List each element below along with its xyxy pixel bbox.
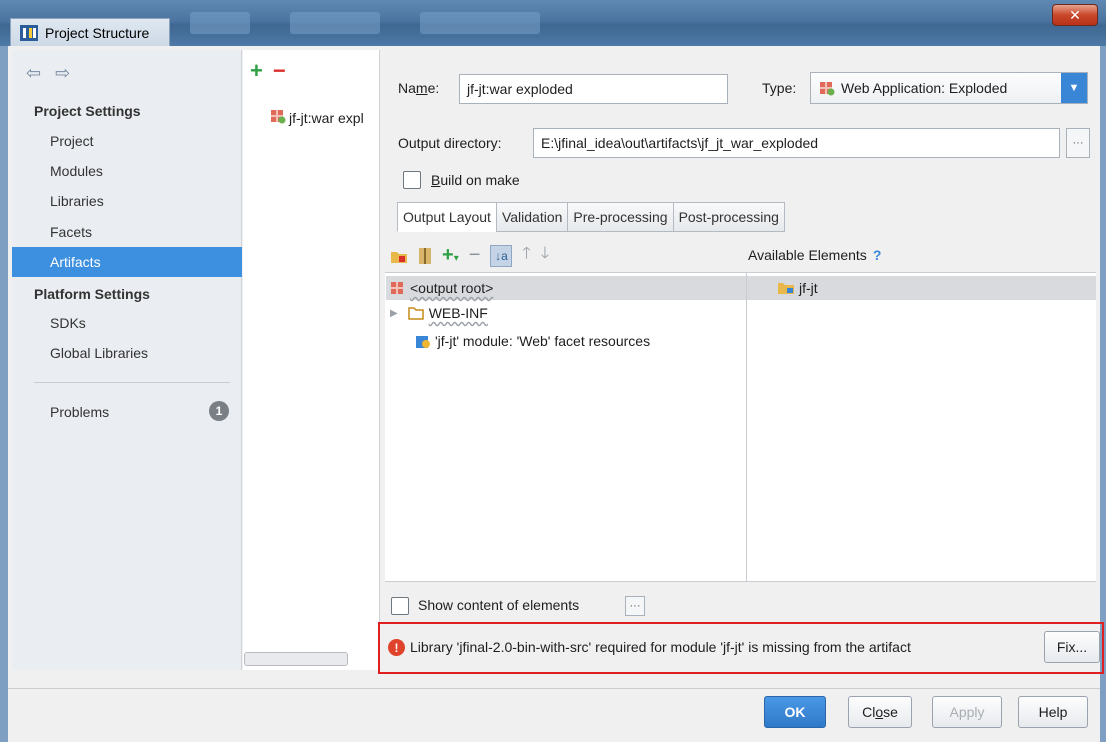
show-content-checkbox[interactable] [391, 597, 409, 615]
sidebar-item-libraries[interactable]: Libraries [12, 186, 242, 216]
tab-post-processing[interactable]: Post-processing [672, 202, 785, 232]
chevron-down-icon[interactable]: ▼ [1061, 73, 1087, 103]
tree-row-output-root[interactable]: <output root> [386, 276, 746, 300]
sidebar-item-project[interactable]: Project [12, 126, 242, 156]
sidebar-item-label: Project [50, 133, 94, 149]
tab-output-layout[interactable]: Output Layout [397, 202, 496, 232]
tree-row-web-inf[interactable]: ▶ WEB-INF [390, 305, 488, 321]
module-folder-icon [777, 281, 795, 295]
title-bar: Project Structure ✕ [0, 0, 1106, 46]
sidebar-item-facets[interactable]: Facets [12, 217, 242, 247]
sidebar-item-sdks[interactable]: SDKs [12, 308, 242, 338]
output-directory-label: Output directory: [398, 135, 502, 151]
new-directory-icon[interactable] [390, 248, 408, 264]
folder-icon [407, 306, 424, 320]
blurred-area [290, 12, 380, 34]
back-arrow-icon[interactable]: ⇦ [26, 63, 41, 84]
section-heading-platform-settings: Platform Settings [34, 286, 150, 302]
navigation-arrows: ⇦ ⇨ [26, 63, 70, 84]
tab-validation[interactable]: Validation [495, 202, 568, 232]
blurred-area [420, 12, 540, 34]
window-close-button[interactable]: ✕ [1052, 4, 1098, 26]
sidebar-item-label: Artifacts [50, 254, 101, 270]
artifact-list-item[interactable]: jf-jt:war expl [270, 108, 380, 127]
problems-count-badge: 1 [209, 401, 229, 421]
blurred-area [190, 12, 250, 34]
artifact-tabs: Output Layout Validation Pre-processing … [397, 202, 785, 232]
sidebar-item-label: Global Libraries [50, 345, 149, 361]
available-elements-tree[interactable] [746, 272, 1096, 582]
missing-library-error-message: Library 'jfinal-2.0-bin-with-src' requir… [410, 639, 911, 655]
help-button[interactable]: Help [1018, 696, 1088, 728]
archive-icon[interactable] [418, 247, 432, 265]
window-title: Project Structure [45, 24, 150, 41]
build-on-make-checkbox[interactable] [403, 171, 421, 189]
window-title-tab: Project Structure [10, 18, 170, 46]
forward-arrow-icon[interactable]: ⇨ [55, 63, 70, 84]
error-icon: ! [388, 639, 405, 656]
artifact-list-item-label: jf-jt:war expl [289, 109, 364, 126]
sidebar-item-modules[interactable]: Modules [12, 156, 242, 186]
move-up-icon[interactable]: 🡑 [522, 242, 530, 269]
remove-artifact-icon[interactable]: − [273, 58, 286, 84]
sidebar-item-label: Libraries [50, 193, 104, 209]
sidebar-item-label: Modules [50, 163, 103, 179]
show-content-label: Show content of elements [418, 597, 580, 613]
sidebar-item-label: SDKs [50, 315, 86, 331]
horizontal-scrollbar[interactable] [244, 652, 348, 666]
name-label: Name: [398, 80, 440, 96]
fix-button[interactable]: Fix... [1044, 631, 1100, 663]
section-heading-project-settings: Project Settings [34, 103, 141, 119]
footer-divider [8, 688, 1100, 689]
remove-element-icon[interactable]: − [469, 244, 481, 267]
help-icon[interactable]: ? [873, 247, 882, 263]
tree-row-label: 'jf-jt' module: 'Web' facet resources [435, 333, 651, 349]
layout-toolbar: +▾ − ↓a 🡑 🡓 [390, 242, 549, 269]
available-item-label: jf-jt [799, 280, 818, 296]
sidebar-item-global-libraries[interactable]: Global Libraries [12, 338, 242, 368]
apply-button[interactable]: Apply [932, 696, 1002, 728]
add-element-icon[interactable]: +▾ [442, 244, 459, 267]
output-directory-input[interactable]: E:\jfinal_idea\out\artifacts\jf_jt_war_e… [533, 128, 1060, 158]
sort-elements-icon[interactable]: ↓a [490, 244, 513, 267]
web-facet-icon [415, 333, 431, 349]
type-label: Type: [762, 80, 797, 96]
tree-row-label: <output root> [410, 280, 494, 296]
close-button[interactable]: Cl o se [848, 696, 912, 728]
sidebar-item-problems[interactable]: Problems [12, 397, 242, 427]
ok-button[interactable]: OK [764, 696, 826, 728]
move-down-icon[interactable]: 🡓 [541, 242, 549, 269]
sidebar-divider [34, 382, 230, 383]
artifact-type-select[interactable]: Web Application: Exploded ▼ [810, 72, 1088, 104]
tree-row-label: WEB-INF [428, 305, 488, 321]
war-artifact-icon [819, 80, 835, 96]
sidebar-item-label: Facets [50, 224, 93, 240]
sidebar-item-artifacts[interactable]: Artifacts [12, 247, 242, 277]
intellij-app-icon [19, 24, 39, 42]
tree-row-facet-resources[interactable]: 'jf-jt' module: 'Web' facet resources [415, 333, 650, 349]
chevron-right-icon[interactable]: ▶ [390, 308, 398, 319]
build-on-make-label: Build on make [431, 172, 520, 188]
artifact-list [243, 50, 380, 670]
available-item-jf-jt[interactable]: jf-jt [747, 276, 1096, 300]
war-artifact-icon [390, 281, 404, 295]
browse-directory-button[interactable]: ··· [1066, 128, 1090, 158]
artifact-name-input[interactable]: jf-jt:war exploded [459, 74, 728, 104]
add-artifact-icon[interactable]: + [250, 58, 263, 84]
artifact-list-toolbar: + − [250, 58, 286, 84]
available-elements-heading: Available Elements? [748, 247, 882, 263]
war-artifact-icon [270, 108, 286, 127]
sidebar-item-label: Problems [50, 404, 110, 420]
artifact-type-value: Web Application: Exploded [841, 80, 1008, 96]
tab-pre-processing[interactable]: Pre-processing [567, 202, 673, 232]
show-content-options-button[interactable]: ··· [625, 596, 645, 616]
